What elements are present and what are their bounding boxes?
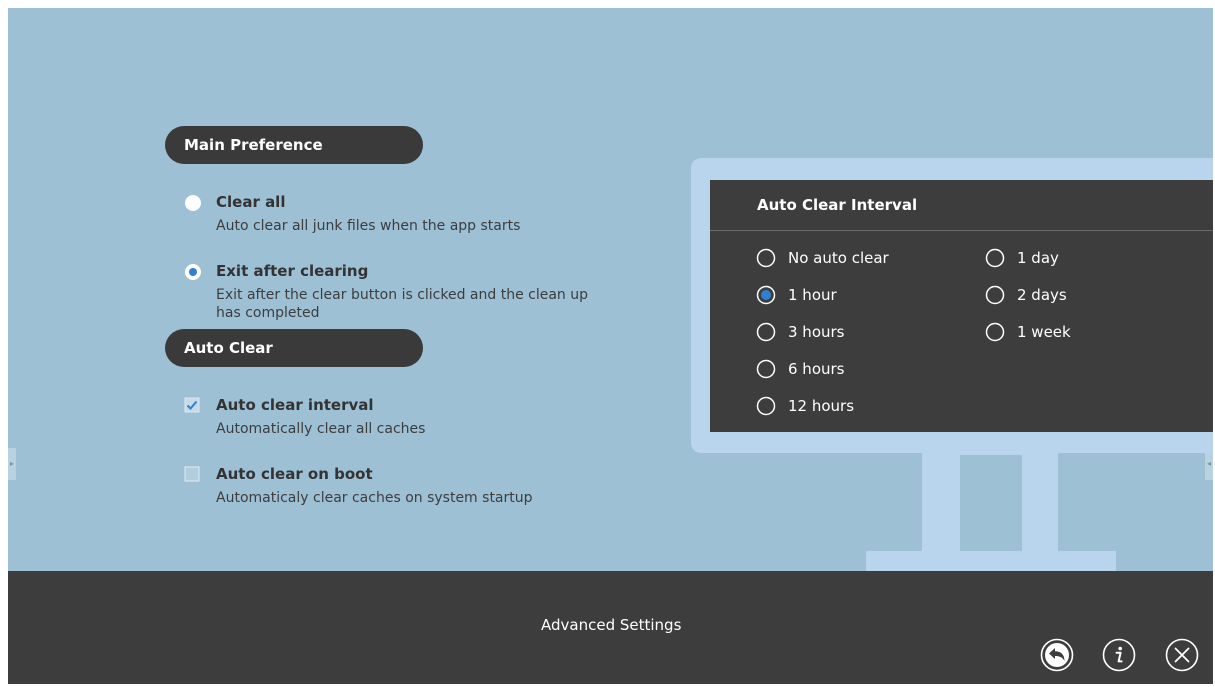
option-title: Clear all: [216, 193, 286, 211]
radio-unselected-icon: [756, 359, 776, 379]
radio-unselected-icon: [985, 285, 1005, 305]
radio-unselected-icon: [756, 322, 776, 342]
close-icon: [1165, 638, 1199, 672]
radio-unselected-icon: [756, 248, 776, 268]
info-icon: [1102, 638, 1136, 672]
back-button[interactable]: [1040, 638, 1074, 672]
auto-clear-interval-panel: Auto Clear Interval No auto clear 1 hour…: [710, 180, 1213, 432]
checkbox-unchecked-icon[interactable]: [184, 466, 200, 482]
interval-option-6-hours[interactable]: 6 hours: [756, 359, 844, 379]
radio-unselected-icon[interactable]: [184, 194, 202, 212]
chevron-right-icon: ▸: [9, 459, 14, 468]
interval-option-1-day[interactable]: 1 day: [985, 248, 1059, 268]
left-edge-handle[interactable]: ▸: [8, 448, 16, 480]
back-arrow-icon: [1040, 638, 1074, 672]
option-title: Exit after clearing: [216, 262, 369, 280]
radio-selected-icon: [756, 285, 776, 305]
radio-selected-icon[interactable]: [184, 263, 202, 281]
checkbox-checked-icon[interactable]: [184, 397, 200, 413]
chevron-left-icon: ◂: [1206, 459, 1211, 468]
close-button[interactable]: [1165, 638, 1199, 672]
interval-option-1-hour[interactable]: 1 hour: [756, 285, 837, 305]
interval-option-label: 6 hours: [788, 360, 845, 378]
interval-option-label: No auto clear: [788, 249, 889, 267]
interval-option-label: 2 days: [1017, 286, 1067, 304]
settings-screen: ▸ ◂ Main Preference Clear all Auto clear…: [8, 8, 1213, 684]
interval-option-label: 3 hours: [788, 323, 845, 341]
radio-unselected-icon: [985, 248, 1005, 268]
monitor-stand-base: [866, 551, 1116, 571]
interval-option-no-auto-clear[interactable]: No auto clear: [756, 248, 889, 268]
radio-unselected-icon: [985, 322, 1005, 342]
interval-option-1-week[interactable]: 1 week: [985, 322, 1071, 342]
interval-option-label: 1 hour: [788, 286, 837, 304]
interval-option-2-days[interactable]: 2 days: [985, 285, 1067, 305]
panel-divider: [710, 230, 1213, 231]
option-title: Auto clear interval: [216, 396, 374, 414]
main-preference-header: Main Preference: [165, 126, 423, 164]
radio-unselected-icon: [756, 396, 776, 416]
interval-option-label: 1 day: [1017, 249, 1059, 267]
option-title: Auto clear on boot: [216, 465, 373, 483]
footer-bar: Advanced Settings: [8, 571, 1213, 684]
option-description: Automaticaly clear caches on system star…: [216, 490, 533, 506]
panel-title: Auto Clear Interval: [757, 196, 918, 214]
option-description: Auto clear all junk files when the app s…: [216, 218, 521, 234]
option-description: Exit after the clear button is clicked a…: [216, 287, 589, 321]
option-description: Automatically clear all caches: [216, 421, 426, 437]
interval-option-label: 1 week: [1017, 323, 1071, 341]
interval-option-label: 12 hours: [788, 397, 855, 415]
auto-clear-header: Auto Clear: [165, 329, 423, 367]
interval-option-3-hours[interactable]: 3 hours: [756, 322, 844, 342]
interval-option-12-hours[interactable]: 12 hours: [756, 396, 854, 416]
footer-title: Advanced Settings: [541, 616, 682, 634]
info-button[interactable]: [1102, 638, 1136, 672]
